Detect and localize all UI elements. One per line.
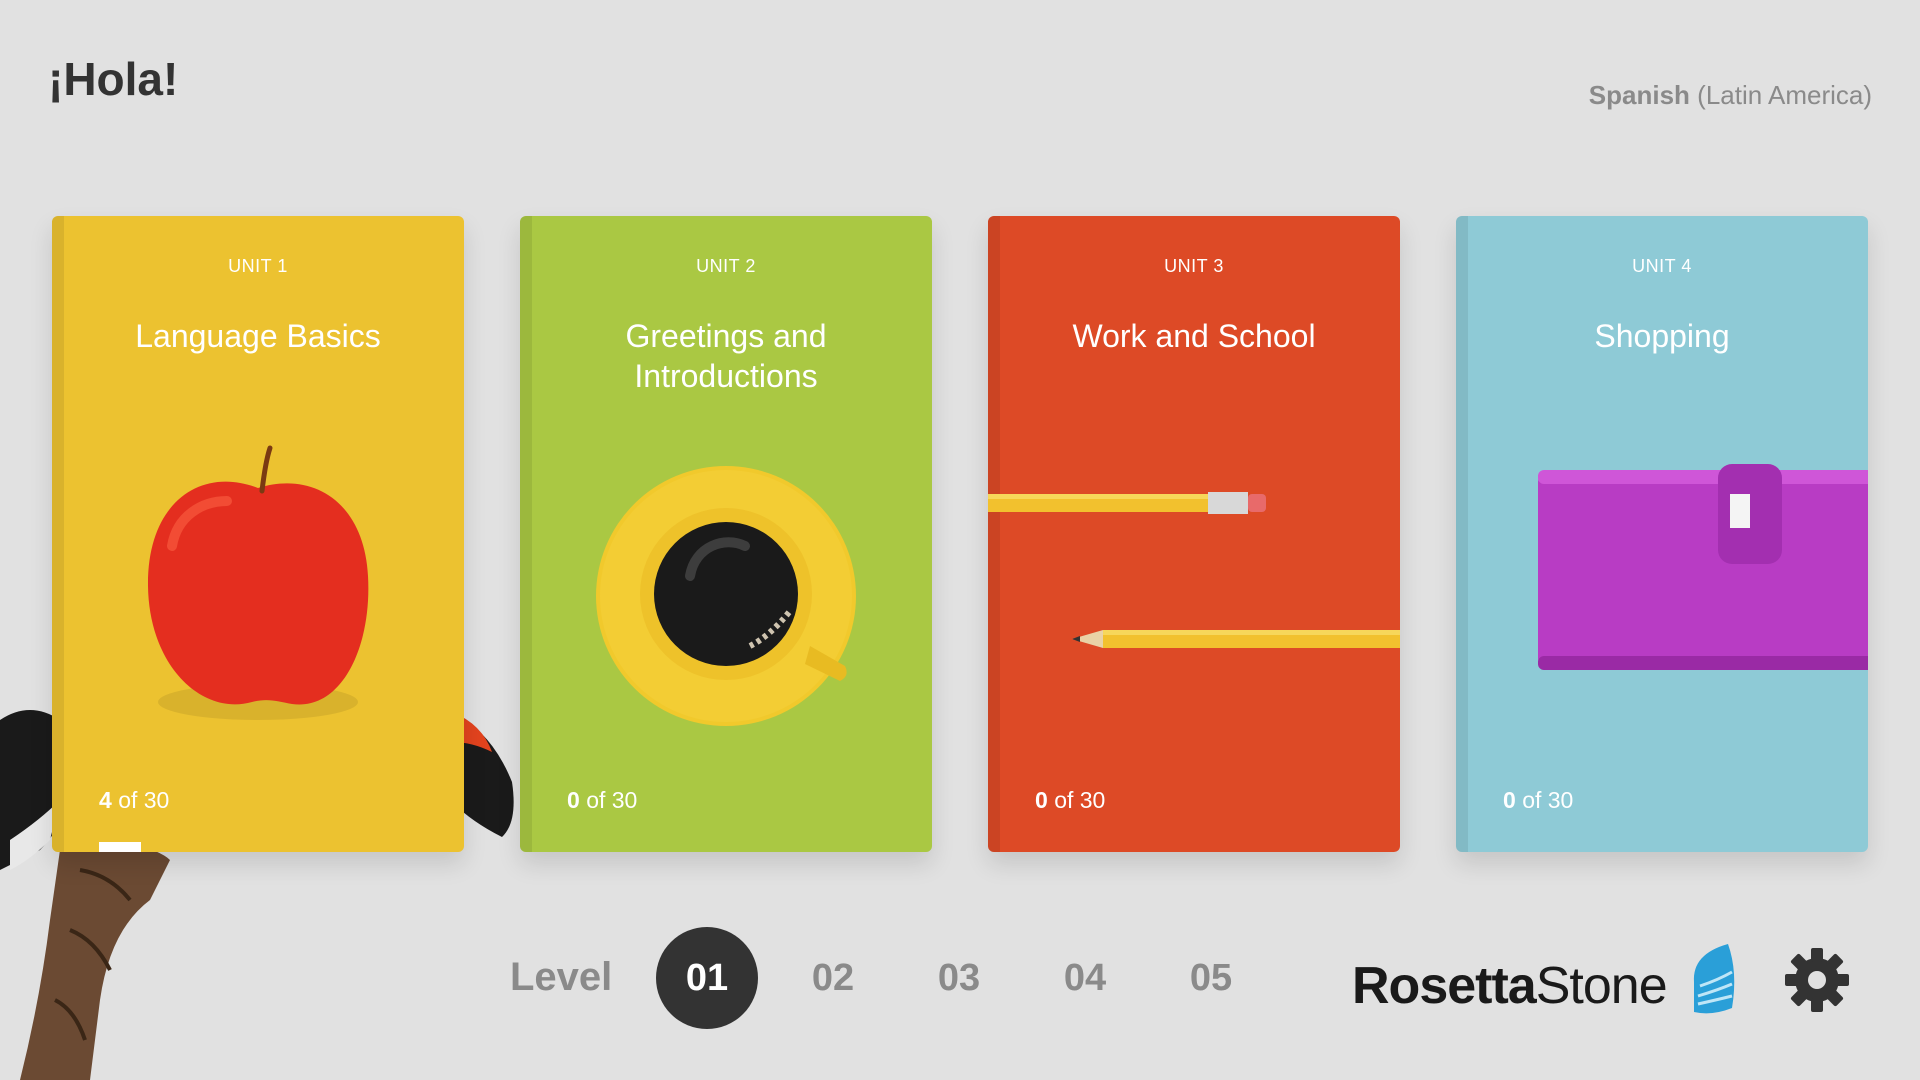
coffee-cup-icon bbox=[596, 466, 856, 726]
rosetta-stone-logo-icon bbox=[1693, 944, 1735, 1014]
rosetta-stone-logo: RosettaStone bbox=[1352, 938, 1742, 1018]
lessons-completed: 0 bbox=[567, 787, 580, 813]
unit-progress: 0 of 30 bbox=[1035, 787, 1105, 814]
lessons-completed: 4 bbox=[99, 787, 112, 813]
course-language[interactable]: Spanish (Latin America) bbox=[1589, 80, 1872, 111]
unit-title: Work and School bbox=[1072, 318, 1316, 354]
apple-icon bbox=[147, 445, 369, 720]
level-02-button[interactable]: 02 bbox=[782, 927, 884, 1029]
unit-card-2[interactable]: UNIT 2 Greetings and Introductions 0 of … bbox=[520, 216, 932, 852]
level-03-button[interactable]: 03 bbox=[908, 927, 1010, 1029]
unit-label: UNIT 2 bbox=[696, 256, 756, 276]
level-04-button[interactable]: 04 bbox=[1034, 927, 1136, 1029]
unit-title: Language Basics bbox=[135, 318, 381, 354]
level-selector: Level 01 02 03 04 05 bbox=[500, 925, 1280, 1035]
logo-word-1: Rosetta bbox=[1352, 957, 1537, 1015]
language-name: Spanish bbox=[1588, 80, 1690, 110]
lessons-completed: 0 bbox=[1035, 787, 1048, 813]
logo-wordmark: RosettaStone bbox=[1352, 956, 1668, 1016]
unit-label: UNIT 1 bbox=[228, 256, 288, 276]
language-region: (Latin America) bbox=[1697, 80, 1872, 110]
unit-cards: UNIT 1 Language Basics 4 of 30 UNIT 2 Gr… bbox=[52, 216, 1870, 852]
lessons-total: of 30 bbox=[1522, 787, 1574, 813]
logo-word-2: Stone bbox=[1535, 957, 1668, 1015]
unit-card-1[interactable]: UNIT 1 Language Basics 4 of 30 bbox=[52, 216, 464, 852]
lessons-total: of 30 bbox=[118, 787, 170, 813]
unit-progress: 4 of 30 bbox=[99, 787, 169, 814]
lessons-total: of 30 bbox=[586, 787, 638, 813]
lessons-total: of 30 bbox=[1054, 787, 1106, 813]
unit-card-4[interactable]: UNIT 4 Shopping 0 of 30 bbox=[1456, 216, 1868, 852]
wallet-icon bbox=[1538, 464, 1868, 670]
unit-title: Greetings and Introductions bbox=[625, 318, 827, 394]
greeting-heading: ¡Hola! bbox=[48, 53, 179, 105]
unit-card-3[interactable]: UNIT 3 Work and School 0 of 30 bbox=[988, 216, 1400, 852]
unit-progress: 0 of 30 bbox=[1503, 787, 1573, 814]
level-01-button[interactable]: 01 bbox=[656, 927, 758, 1029]
unit-progress: 0 of 30 bbox=[567, 787, 637, 814]
pencils-icon bbox=[988, 492, 1400, 648]
unit-label: UNIT 3 bbox=[1164, 256, 1224, 276]
level-05-button[interactable]: 05 bbox=[1160, 927, 1262, 1029]
unit-title: Shopping bbox=[1594, 318, 1730, 354]
lessons-completed: 0 bbox=[1503, 787, 1516, 813]
progress-bar bbox=[99, 842, 141, 852]
level-label: Level bbox=[510, 955, 613, 999]
unit-label: UNIT 4 bbox=[1632, 256, 1692, 276]
gear-icon[interactable] bbox=[1782, 945, 1852, 1015]
